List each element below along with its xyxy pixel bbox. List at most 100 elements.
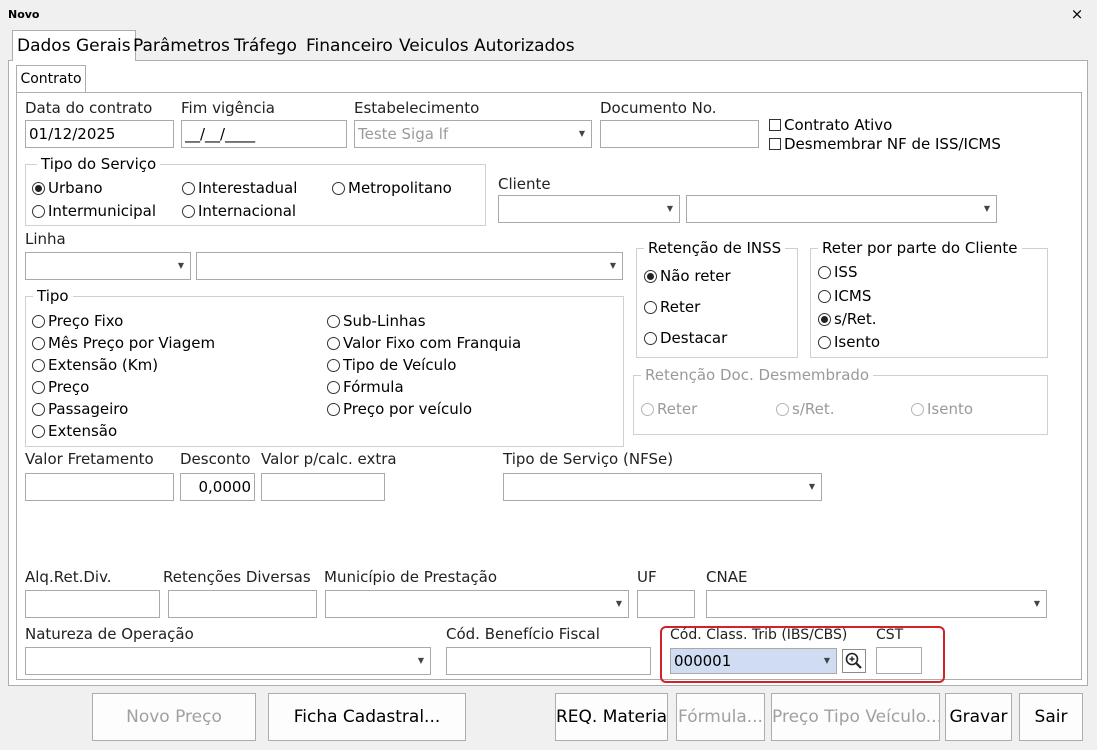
lookup-button[interactable] — [842, 649, 866, 673]
desmembrar-checkbox[interactable]: Desmembrar NF de ISS/ICMS — [769, 135, 1001, 153]
retencoes-diversas-input[interactable] — [168, 590, 317, 618]
tipo-servico-nfse-select[interactable]: ▼ — [503, 473, 822, 501]
retencoes-diversas-label: Retenções Diversas — [163, 568, 311, 586]
radio-dot — [327, 336, 340, 350]
municipio-prestacao-select[interactable]: ▼ — [325, 590, 629, 618]
radio-dot — [32, 402, 45, 416]
data-contrato-input[interactable] — [25, 120, 174, 148]
retencao-inss-title: Retenção de INSS — [644, 239, 786, 257]
radio-label: Urbano — [48, 179, 103, 197]
radio-label: Tipo de Veículo — [343, 356, 457, 374]
desconto-input[interactable] — [180, 473, 255, 501]
radio-label: Intermunicipal — [48, 202, 157, 220]
checkbox-box — [769, 138, 781, 150]
cst-input[interactable] — [876, 647, 922, 674]
contrato-ativo-checkbox[interactable]: Contrato Ativo — [769, 116, 892, 134]
radio-passageiro[interactable]: Passageiro — [32, 400, 128, 418]
gravar-button[interactable]: Gravar — [945, 693, 1012, 741]
radio-mes-preco-viagem[interactable]: Mês Preço por Viagem — [32, 334, 215, 352]
radio-formula[interactable]: Fórmula — [327, 378, 404, 396]
chevron-down-icon: ▼ — [417, 656, 424, 665]
preco-tipo-veiculo-button[interactable]: Preço Tipo Veículo... — [771, 693, 940, 741]
chevron-down-icon: ▼ — [615, 599, 622, 608]
radio-icms[interactable]: ICMS — [818, 287, 871, 305]
radio-label: ISS — [834, 263, 858, 281]
documento-no-input[interactable] — [600, 120, 759, 148]
radio-nao-reter[interactable]: Não reter — [644, 267, 731, 285]
chevron-down-icon: ▼ — [823, 656, 830, 665]
radio-tipo-veiculo[interactable]: Tipo de Veículo — [327, 356, 456, 374]
req-material-button[interactable]: REQ. Material — [555, 693, 668, 741]
magnifier-plus-icon — [845, 652, 862, 669]
radio-dot — [32, 358, 45, 372]
radio-internacional[interactable]: Internacional — [182, 202, 296, 220]
radio-preco[interactable]: Preço — [32, 378, 89, 396]
radio-dot — [332, 181, 345, 195]
radio-dot — [32, 424, 45, 438]
radio-label: Preço Fixo — [48, 312, 124, 330]
municipio-prestacao-label: Município de Prestação — [324, 568, 498, 586]
novo-preco-button[interactable]: Novo Preço — [92, 693, 256, 741]
ficha-cadastral-button[interactable]: Ficha Cadastral... — [268, 693, 466, 741]
radio-preco-por-veiculo[interactable]: Preço por veículo — [327, 400, 472, 418]
radio-preco-fixo[interactable]: Preço Fixo — [32, 312, 123, 330]
tab-trafego[interactable]: Tráfego — [230, 34, 301, 60]
chevron-down-icon: ▼ — [177, 261, 184, 270]
radio-dot — [327, 314, 340, 328]
radio-metropolitano[interactable]: Metropolitano — [332, 179, 452, 197]
linha-code-select[interactable]: ▼ — [25, 252, 191, 280]
chevron-down-icon: ▼ — [1033, 599, 1040, 608]
radio-extensao[interactable]: Extensão — [32, 422, 117, 440]
radio-label: Extensão — [48, 422, 118, 440]
cod-beneficio-fiscal-label: Cód. Benefício Fiscal — [446, 625, 600, 643]
radio-dot — [32, 181, 45, 195]
fim-vigencia-input[interactable] — [181, 120, 347, 148]
tab-veiculos-autorizados[interactable]: Veiculos Autorizados — [395, 34, 579, 60]
radio-label: Valor Fixo com Franquia — [343, 334, 522, 352]
radio-iss[interactable]: ISS — [818, 263, 857, 281]
tab-parametros[interactable]: Parâmetros — [129, 34, 234, 60]
radio-dot — [641, 402, 654, 416]
uf-input[interactable] — [637, 590, 695, 618]
natureza-operacao-select[interactable]: ▼ — [25, 647, 431, 675]
tab-dados-gerais[interactable]: Dados Gerais — [12, 30, 136, 61]
cliente-code-select[interactable]: ▼ — [498, 195, 680, 223]
radio-label: Mês Preço por Viagem — [48, 334, 216, 352]
radio-isento[interactable]: Isento — [818, 333, 880, 351]
linha-name-select[interactable]: ▼ — [196, 252, 623, 280]
radio-reter[interactable]: Reter — [644, 298, 700, 316]
alq-ret-div-input[interactable] — [25, 590, 160, 618]
checkbox-box — [769, 119, 781, 131]
radio-sub-linhas[interactable]: Sub-Linhas — [327, 312, 426, 330]
formula-button[interactable]: Fórmula... — [676, 693, 765, 741]
desmembrar-label: Desmembrar NF de ISS/ICMS — [784, 135, 1001, 153]
radio-dot — [644, 331, 657, 345]
radio-urbano[interactable]: Urbano — [32, 179, 103, 197]
cnae-select[interactable]: ▼ — [706, 590, 1047, 618]
cliente-name-select[interactable]: ▼ — [686, 195, 997, 223]
radio-intermunicipal[interactable]: Intermunicipal — [32, 202, 156, 220]
radio-interestadual[interactable]: Interestadual — [182, 179, 297, 197]
tab-financeiro[interactable]: Financeiro — [302, 34, 397, 60]
tipo-servico-title: Tipo do Serviço — [37, 155, 161, 173]
cod-class-trib-select[interactable]: 000001 ▼ — [670, 648, 837, 674]
radio-doc-s-ret: s/Ret. — [776, 400, 835, 418]
radio-destacar[interactable]: Destacar — [644, 329, 727, 347]
natureza-operacao-label: Natureza de Operação — [25, 625, 194, 643]
sair-button[interactable]: Sair — [1019, 693, 1083, 741]
valor-fretamento-input[interactable] — [25, 473, 174, 501]
close-icon[interactable]: × — [1068, 4, 1086, 24]
chevron-down-icon: ▼ — [609, 261, 616, 270]
alq-ret-div-label: Alq.Ret.Div. — [25, 568, 112, 586]
radio-label: Preço por veículo — [343, 400, 473, 418]
estabelecimento-select[interactable]: Teste Siga lf ▼ — [354, 120, 592, 148]
radio-valor-fixo-franquia[interactable]: Valor Fixo com Franquia — [327, 334, 521, 352]
radio-dot — [32, 336, 45, 350]
tab-contrato[interactable]: Contrato — [16, 65, 86, 92]
radio-dot — [327, 402, 340, 416]
cod-beneficio-fiscal-input[interactable] — [446, 647, 651, 675]
valor-calc-extra-input[interactable] — [261, 473, 385, 501]
radio-extensao-km[interactable]: Extensão (Km) — [32, 356, 158, 374]
radio-s-ret[interactable]: s/Ret. — [818, 310, 877, 328]
radio-label: Isento — [927, 400, 974, 418]
